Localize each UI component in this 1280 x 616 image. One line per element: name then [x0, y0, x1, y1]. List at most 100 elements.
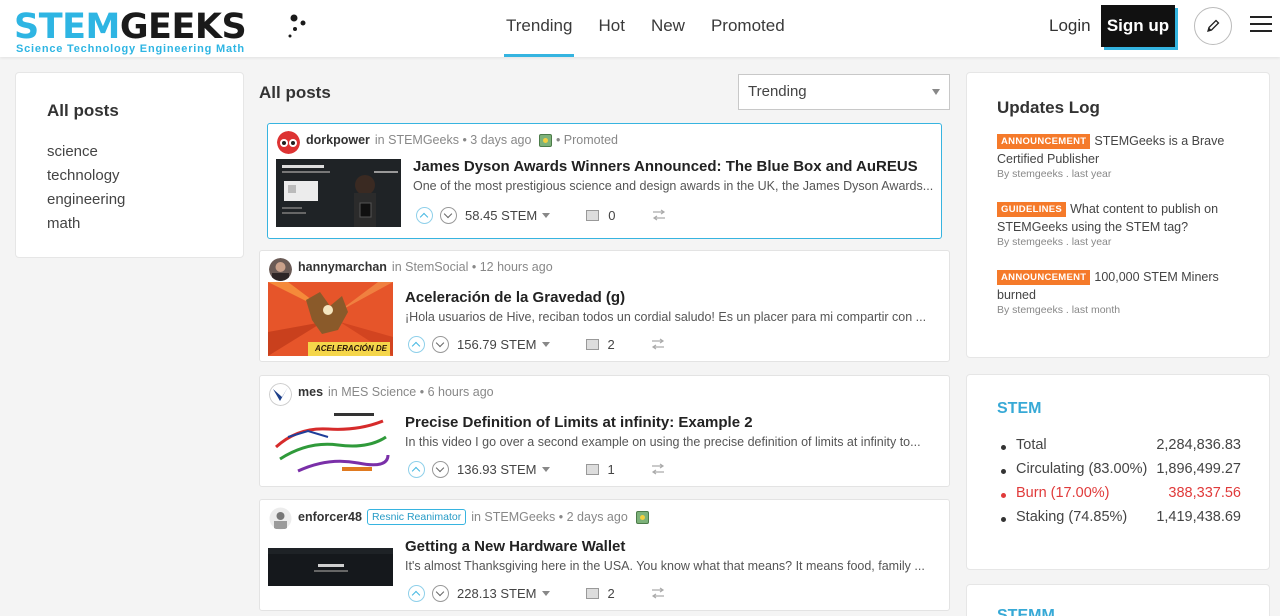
stemm-card: STEMM	[966, 584, 1270, 616]
nav-hot[interactable]: Hot	[598, 0, 624, 57]
comment-count[interactable]: 2	[608, 586, 615, 601]
write-post-button[interactable]	[1194, 7, 1232, 45]
post-excerpt[interactable]: It's almost Thanksgiving here in the USA…	[405, 559, 941, 573]
token-stats-card: STEM Total 2,284,836.83 Circulating (83.0…	[966, 374, 1270, 570]
downvote-icon[interactable]	[432, 460, 449, 478]
upvote-icon[interactable]	[408, 460, 425, 478]
feed-title: All posts	[259, 83, 331, 102]
post-card[interactable]: dorkpower in STEMGeeks • 3 days ago • Pr…	[267, 123, 942, 239]
payout-caret-icon[interactable]	[542, 212, 551, 218]
post-author[interactable]: hannymarchan	[298, 260, 387, 274]
post-excerpt[interactable]: ¡Hola usuarios de Hive, reciban todos un…	[405, 310, 941, 324]
logo-tagline: Science Technology Engineering Math	[16, 43, 245, 55]
post-payout[interactable]: 58.45 STEM	[465, 208, 537, 223]
post-time: 3 days ago	[470, 133, 532, 147]
post-meta: mes in MES Science • 6 hours ago	[298, 385, 494, 399]
post-actions: 228.13 STEM 2	[408, 584, 665, 602]
payout-caret-icon[interactable]	[541, 341, 550, 347]
post-thumbnail[interactable]	[276, 159, 401, 227]
avatar[interactable]	[277, 131, 300, 154]
sidebar-item-technology[interactable]: technology	[47, 166, 125, 190]
post-thumbnail[interactable]	[268, 407, 393, 481]
reblog-icon[interactable]	[651, 587, 665, 599]
sidebar-item-engineering[interactable]: engineering	[47, 190, 125, 214]
comment-icon[interactable]	[585, 587, 599, 599]
reblog-icon[interactable]	[651, 338, 665, 350]
post-title[interactable]: Getting a New Hardware Wallet	[405, 538, 625, 555]
reblog-icon[interactable]	[651, 463, 665, 475]
stat-staking: Staking (74.85%) 1,419,438.69	[999, 509, 1241, 529]
update-item[interactable]: ANNOUNCEMENT STEMGeeks is a Brave Certifi…	[997, 132, 1237, 180]
post-author[interactable]: mes	[298, 385, 323, 399]
stat-burn: Burn (17.00%) 388,337.56	[999, 485, 1241, 505]
update-tag: ANNOUNCEMENT	[997, 270, 1091, 285]
stemgeeks-logo[interactable]: STEMGEEKS Science Technology Engineering…	[14, 7, 306, 56]
post-excerpt[interactable]: One of the most prestigious science and …	[413, 179, 941, 193]
payout-caret-icon[interactable]	[541, 466, 550, 472]
signup-button[interactable]: Sign up	[1101, 5, 1175, 47]
post-card[interactable]: hannymarchan in StemSocial • 12 hours ag…	[259, 250, 950, 362]
post-author[interactable]: enforcer48	[298, 510, 362, 524]
stat-label: Staking (74.85%)	[1016, 509, 1128, 525]
nav-promoted[interactable]: Promoted	[711, 0, 785, 57]
upvote-icon[interactable]	[408, 335, 425, 353]
downvote-icon[interactable]	[440, 206, 457, 224]
update-item[interactable]: ANNOUNCEMENT 100,000 STEM Miners burned B…	[997, 268, 1237, 316]
update-item[interactable]: GUIDELINES What content to publish on STE…	[997, 200, 1237, 248]
post-title[interactable]: Precise Definition of Limits at infinity…	[405, 414, 753, 431]
upvote-icon[interactable]	[416, 206, 433, 224]
post-meta: dorkpower in STEMGeeks • 3 days ago • Pr…	[306, 133, 618, 147]
avatar[interactable]	[269, 258, 292, 281]
sort-value: Trending	[748, 83, 807, 100]
nav-trending[interactable]: Trending	[503, 0, 575, 57]
post-excerpt[interactable]: In this video I go over a second example…	[405, 435, 941, 449]
stat-value: 388,337.56	[1168, 485, 1241, 501]
post-title[interactable]: James Dyson Awards Winners Announced: Th…	[413, 158, 918, 175]
stat-value: 1,419,438.69	[1156, 509, 1241, 525]
post-thumbnail[interactable]: ACELERACIÓN DE	[268, 282, 393, 356]
comment-icon[interactable]	[586, 209, 600, 221]
post-card[interactable]: mes in MES Science • 6 hours ago Precise…	[259, 375, 950, 487]
post-payout[interactable]: 156.79 STEM	[457, 337, 537, 352]
sort-dropdown[interactable]: Trending	[738, 74, 950, 110]
updates-log-title: Updates Log	[997, 98, 1100, 117]
post-card[interactable]: enforcer48 Resnic Reanimator in STEMGeek…	[259, 499, 950, 611]
post-community[interactable]: in STEMGeeks	[375, 133, 459, 147]
stat-label: Total	[1016, 437, 1047, 453]
hamburger-menu-icon[interactable]	[1250, 16, 1272, 36]
upvote-icon[interactable]	[408, 584, 425, 602]
user-title-badge: Resnic Reanimator	[366, 509, 467, 525]
post-thumbnail[interactable]	[268, 548, 393, 586]
payout-caret-icon[interactable]	[541, 590, 550, 596]
post-community[interactable]: in MES Science	[328, 385, 416, 399]
reblog-icon[interactable]	[652, 209, 666, 221]
sidebar-title[interactable]: All posts	[47, 101, 119, 121]
downvote-icon[interactable]	[432, 584, 449, 602]
stat-label: Circulating (83.00%)	[1016, 461, 1148, 477]
comment-icon[interactable]	[585, 463, 599, 475]
comment-count[interactable]: 0	[608, 208, 615, 223]
post-community[interactable]: in StemSocial	[392, 260, 468, 274]
main-nav: Trending Hot New Promoted	[503, 0, 811, 57]
avatar[interactable]	[269, 507, 292, 530]
top-header: STEMGEEKS Science Technology Engineering…	[0, 0, 1280, 57]
login-link[interactable]: Login	[1049, 16, 1091, 36]
comment-count[interactable]: 1	[608, 462, 615, 477]
comment-count[interactable]: 2	[608, 337, 615, 352]
community-badge-icon	[635, 510, 649, 524]
comment-icon[interactable]	[585, 338, 599, 350]
downvote-icon[interactable]	[432, 335, 449, 353]
update-byline: By stemgeeks . last month	[997, 304, 1121, 316]
sidebar-item-science[interactable]: science	[47, 142, 125, 166]
post-title[interactable]: Aceleración de la Gravedad (g)	[405, 289, 625, 306]
post-time: 12 hours ago	[479, 260, 553, 274]
post-author[interactable]: dorkpower	[306, 133, 370, 147]
post-meta: enforcer48 Resnic Reanimator in STEMGeek…	[298, 509, 649, 525]
nav-new[interactable]: New	[651, 0, 685, 57]
post-payout[interactable]: 136.93 STEM	[457, 462, 537, 477]
post-community[interactable]: in STEMGeeks	[471, 510, 555, 524]
post-actions: 136.93 STEM 1	[408, 460, 665, 478]
sidebar-item-math[interactable]: math	[47, 214, 125, 238]
post-payout[interactable]: 228.13 STEM	[457, 586, 537, 601]
avatar[interactable]	[269, 383, 292, 406]
